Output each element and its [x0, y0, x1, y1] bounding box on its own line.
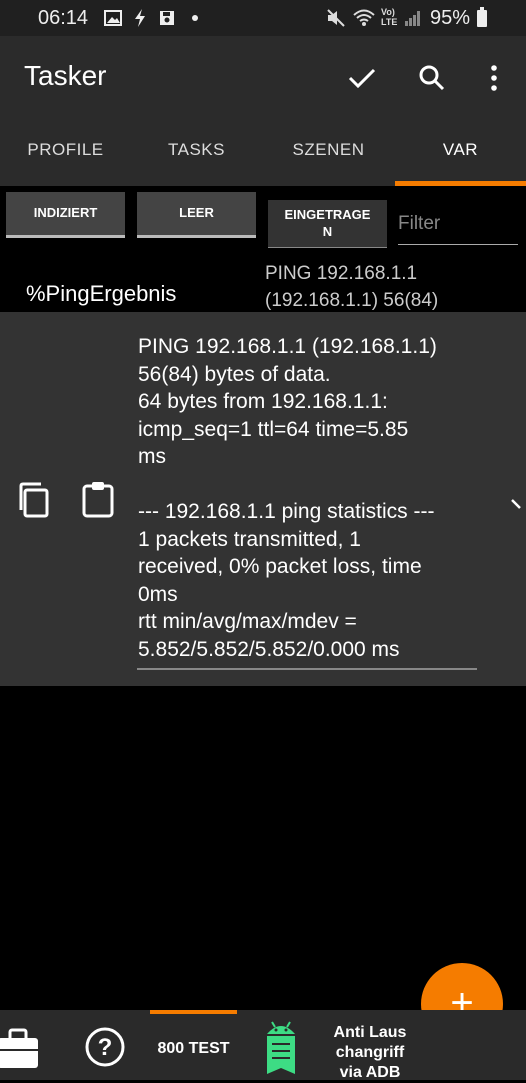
- variable-value-text[interactable]: PING 192.168.1.1 (192.168.1.1) 56(84) by…: [138, 333, 476, 663]
- bottom-tab-anti-laus-line2: changriff: [335, 1044, 405, 1061]
- filter-indexed-label: INDIZIERT: [33, 205, 98, 221]
- copy-icon[interactable]: [12, 476, 60, 524]
- paste-icon[interactable]: [75, 476, 123, 524]
- bottom-tab-anti-laus-line1: Anti Laus: [333, 1024, 407, 1041]
- filter-entered-button[interactable]: EINGETRAGE N: [268, 200, 387, 248]
- svg-text:?: ?: [98, 1034, 113, 1061]
- bottom-tab-anti-laus[interactable]: Anti Laus changriff via ADB: [320, 1023, 420, 1083]
- tab-tasks[interactable]: TASKS: [131, 140, 262, 164]
- filter-entered-label-line2: N: [322, 223, 333, 239]
- chevron-right-icon[interactable]: [510, 498, 522, 514]
- status-bar: 06:14 Vo) LTE 95%: [0, 0, 526, 36]
- bottom-active-indicator: [150, 1010, 237, 1014]
- bottom-tab-anti-laus-line3: via ADB: [339, 1064, 401, 1081]
- help-icon[interactable]: ?: [84, 1026, 126, 1068]
- signal-icon: [404, 9, 422, 32]
- filter-entered-label-line1: EINGETRAGE: [284, 206, 371, 222]
- filter-empty-label: LEER: [179, 205, 214, 221]
- variable-preview[interactable]: PING 192.168.1.1 (192.168.1.1) 56(84): [265, 260, 515, 314]
- mute-icon: [326, 9, 346, 32]
- dot-icon: [192, 15, 198, 21]
- search-icon[interactable]: [410, 56, 454, 100]
- bottom-tab-800-test[interactable]: 800 TEST: [150, 1040, 237, 1058]
- filter-input[interactable]: [398, 204, 518, 245]
- variable-name[interactable]: %PingErgebnis: [26, 281, 176, 307]
- more-vert-icon[interactable]: [472, 56, 516, 100]
- wifi-icon: [352, 8, 376, 33]
- check-icon[interactable]: [340, 56, 384, 100]
- tab-profile[interactable]: PROFILE: [0, 140, 131, 164]
- volte-icon: Vo) LTE: [381, 7, 398, 27]
- value-field-underline: [137, 668, 477, 670]
- flash-icon: [133, 8, 147, 33]
- filter-indexed-button[interactable]: INDIZIERT: [6, 192, 125, 238]
- filter-empty-button[interactable]: LEER: [137, 192, 256, 238]
- tab-indicator: [395, 181, 526, 186]
- app-title: Tasker: [24, 60, 107, 91]
- android-notes-icon[interactable]: [262, 1018, 300, 1083]
- image-icon: [104, 10, 122, 31]
- battery-percent: 95%: [430, 7, 471, 29]
- tab-scenes[interactable]: SZENEN: [262, 140, 395, 164]
- tab-var[interactable]: VAR: [395, 140, 526, 164]
- battery-icon: [477, 7, 487, 27]
- status-time: 06:14: [38, 7, 89, 29]
- briefcase-icon[interactable]: [0, 1024, 40, 1075]
- save-icon: [159, 10, 175, 31]
